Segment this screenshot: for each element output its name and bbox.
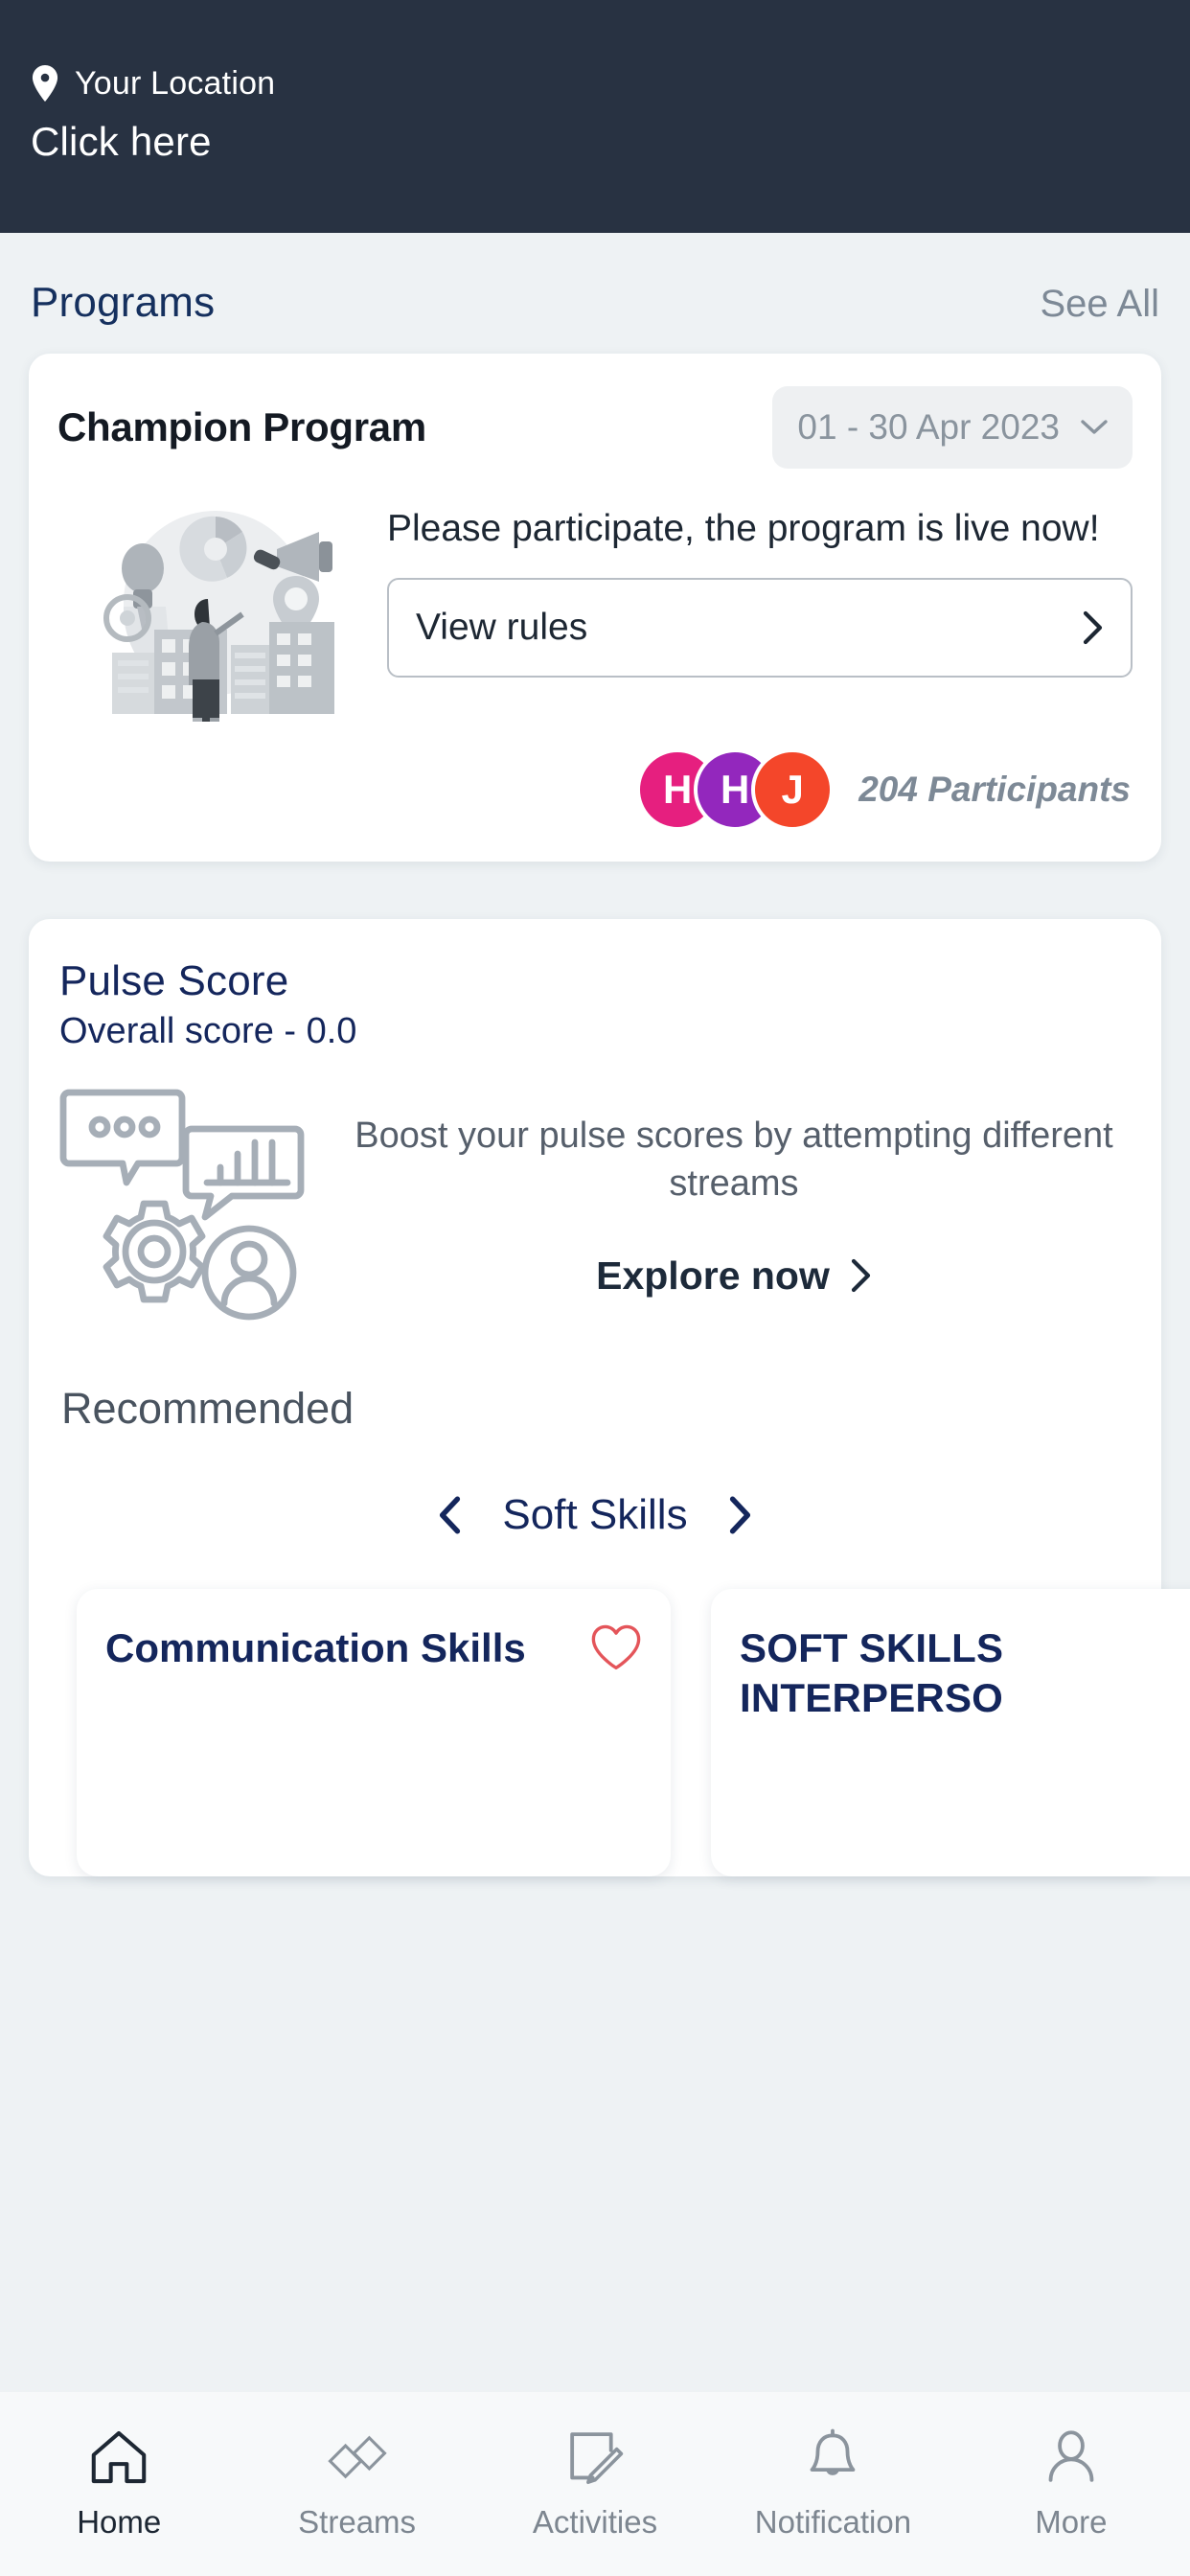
chevron-right-icon[interactable] xyxy=(728,1495,753,1535)
chevron-right-icon xyxy=(1083,610,1103,644)
program-message-block: Please participate, the program is live … xyxy=(387,492,1133,678)
nav-item-streams[interactable]: Streams xyxy=(238,2427,475,2541)
program-name: Champion Program xyxy=(57,404,426,449)
nav-label-notification: Notification xyxy=(754,2504,912,2540)
course-title: Communication Skills xyxy=(105,1625,526,1670)
nav-label-activities: Activities xyxy=(532,2504,658,2540)
program-message: Please participate, the program is live … xyxy=(387,508,1100,549)
explore-now-button[interactable]: Explore now xyxy=(596,1254,872,1299)
heart-outline-icon[interactable] xyxy=(590,1623,642,1671)
chevron-right-icon xyxy=(851,1259,870,1293)
nav-item-home[interactable]: Home xyxy=(0,2427,238,2541)
see-all-link[interactable]: See All xyxy=(1040,283,1159,326)
pulse-score-card[interactable]: Pulse Score Overall score - 0.0 Boost yo… xyxy=(29,919,1190,1876)
programs-section-header: Programs See All xyxy=(0,233,1190,354)
course-card-list[interactable]: Communication Skills SOFT SKILLS INTERPE… xyxy=(59,1589,1190,1876)
nav-label-streams: Streams xyxy=(298,2504,417,2540)
chevron-left-icon[interactable] xyxy=(437,1495,462,1535)
home-icon xyxy=(91,2430,147,2484)
app-screen: Your Location Click here Programs See Al… xyxy=(0,0,1190,2576)
chevron-down-icon xyxy=(1081,420,1108,434)
avatar: J xyxy=(751,748,835,831)
view-rules-label: View rules xyxy=(416,606,588,648)
pulse-body: Boost your pulse scores by attempting di… xyxy=(59,1081,1131,1330)
location-value[interactable]: Click here xyxy=(31,119,1159,165)
nav-label-more: More xyxy=(1035,2504,1108,2540)
avatar-group: H H J xyxy=(636,748,835,831)
page-title: Programs xyxy=(31,279,216,326)
program-card-body: Please participate, the program is live … xyxy=(57,492,1133,722)
nav-item-activities[interactable]: Activities xyxy=(476,2427,714,2541)
page-pencil-icon xyxy=(570,2432,624,2485)
participants-row[interactable]: H H J 204 Participants xyxy=(57,748,1133,831)
date-range-dropdown[interactable]: 01 - 30 Apr 2023 xyxy=(772,386,1133,469)
explore-now-label: Explore now xyxy=(596,1253,830,1298)
course-card[interactable]: SOFT SKILLS INTERPERSO xyxy=(711,1589,1190,1876)
location-row[interactable]: Your Location xyxy=(31,58,1159,109)
location-label: Your Location xyxy=(75,64,276,102)
category-carousel-nav: Soft Skills xyxy=(59,1491,1131,1539)
bell-icon xyxy=(811,2428,856,2475)
date-range-value: 01 - 30 Apr 2023 xyxy=(797,407,1060,447)
course-card[interactable]: Communication Skills xyxy=(77,1589,671,1876)
nav-item-more[interactable]: More xyxy=(952,2427,1190,2541)
nav-label-home: Home xyxy=(77,2504,162,2540)
champion-program-illustration xyxy=(103,511,334,722)
program-card-header: Champion Program 01 - 30 Apr 2023 xyxy=(57,386,1133,469)
course-title: SOFT SKILLS INTERPERSO xyxy=(740,1625,1004,1721)
carousel-category-label: Soft Skills xyxy=(502,1491,688,1538)
pulse-message-block: Boost your pulse scores by attempting di… xyxy=(337,1113,1131,1299)
scroll-body[interactable]: Programs See All Champion Program 01 - 3… xyxy=(0,233,1190,2576)
map-pin-icon xyxy=(32,65,58,102)
pulse-score-illustration xyxy=(59,1089,305,1321)
app-header: Your Location Click here xyxy=(0,0,1190,233)
bottom-navigation: Home Streams Activities Notification Mor… xyxy=(0,2392,1190,2576)
recommended-title: Recommended xyxy=(61,1384,355,1433)
diamonds-icon xyxy=(327,2435,387,2479)
person-icon xyxy=(1048,2430,1094,2482)
champion-program-card[interactable]: Champion Program 01 - 30 Apr 2023 Please… xyxy=(29,354,1161,862)
overall-score-label: Overall score - 0.0 xyxy=(59,1011,357,1051)
view-rules-button[interactable]: View rules xyxy=(387,577,1133,678)
nav-item-notification[interactable]: Notification xyxy=(714,2427,951,2541)
participants-count: 204 Participants xyxy=(858,770,1131,809)
pulse-score-title: Pulse Score xyxy=(59,957,289,1004)
pulse-message: Boost your pulse scores by attempting di… xyxy=(355,1116,1113,1204)
